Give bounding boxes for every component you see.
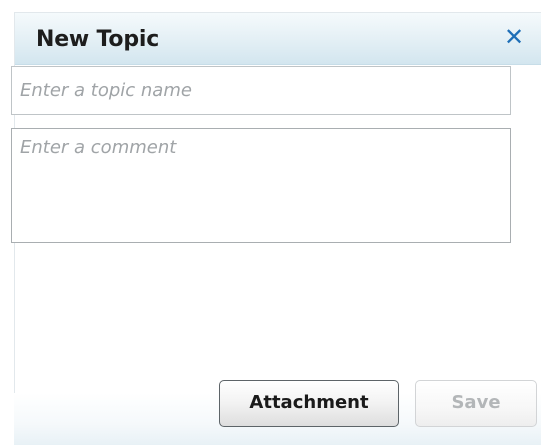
topic-name-input[interactable] [11, 66, 511, 115]
dialog-header: New Topic ✕ [15, 13, 541, 65]
dialog-title: New Topic [36, 27, 160, 52]
attachment-button[interactable]: Attachment [219, 380, 399, 427]
comment-input[interactable] [11, 128, 511, 243]
close-icon[interactable]: ✕ [503, 25, 525, 49]
save-button[interactable]: Save [415, 380, 537, 427]
